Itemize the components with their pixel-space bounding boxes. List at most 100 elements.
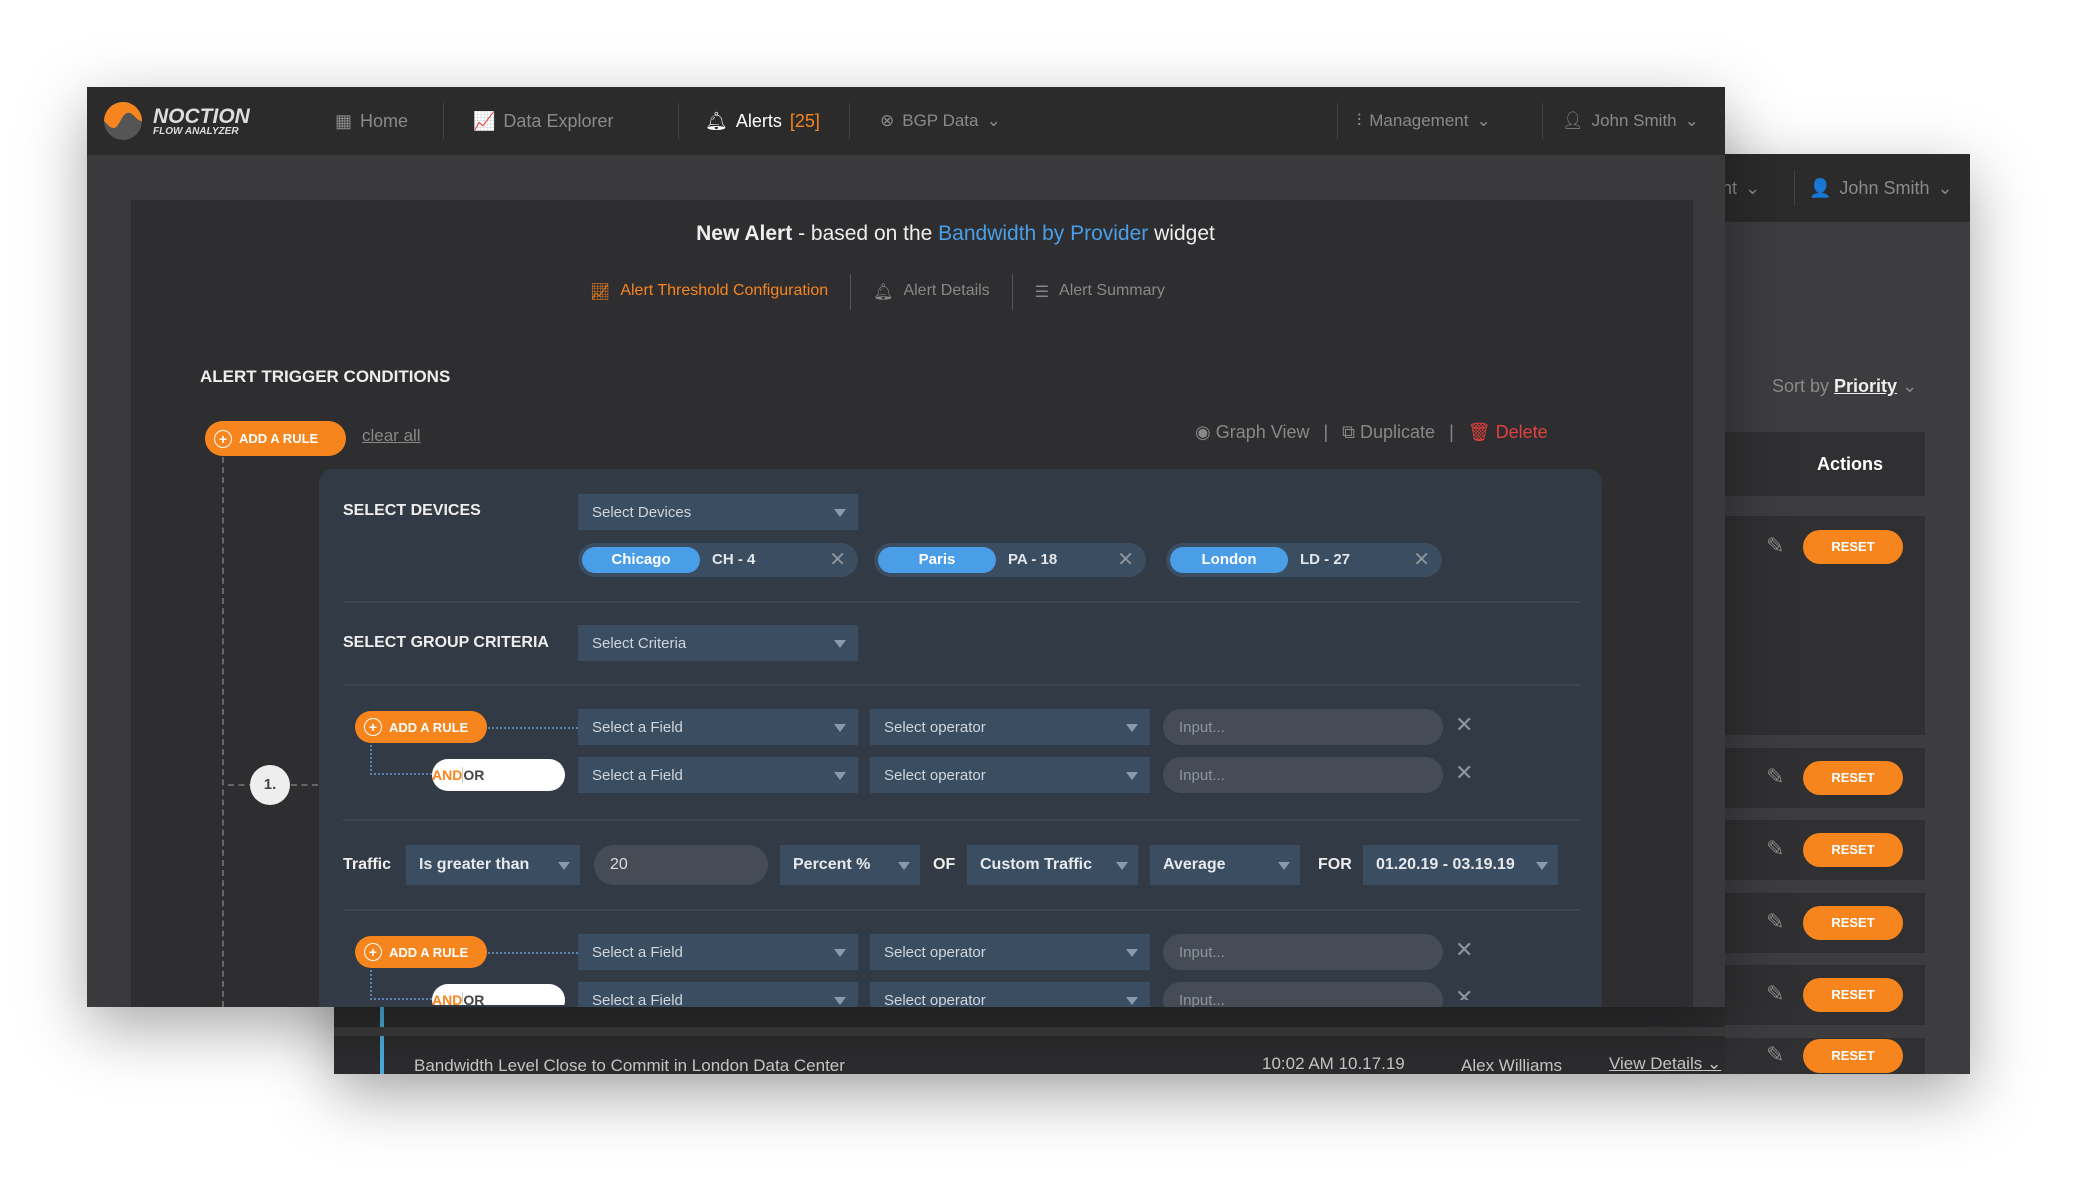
tab-threshold-configuration[interactable]: 📈︎ Alert Threshold Configuration	[590, 282, 850, 302]
step-number-badge: 1.	[250, 765, 290, 805]
nav-separator	[1794, 170, 1795, 206]
and-option[interactable]: AND	[432, 767, 464, 783]
back-nav-management[interactable]: nt ⌄	[1722, 154, 1760, 222]
reset-button[interactable]: RESET	[1803, 906, 1903, 940]
threshold-input[interactable]: 20	[594, 845, 768, 885]
operator-dropdown[interactable]: Select operator	[870, 709, 1150, 745]
divider	[343, 909, 1580, 911]
value-input[interactable]: Input...	[1163, 757, 1443, 793]
pencil-icon[interactable]: ✎	[1766, 1042, 1784, 1068]
close-icon[interactable]: ✕	[1413, 547, 1430, 572]
sort-control[interactable]: Sort by Priority ⌄	[1772, 376, 1917, 397]
chevron-down-icon: ⌄	[1937, 177, 1953, 198]
unit-dropdown[interactable]: Percent %	[780, 845, 920, 885]
tabs: 📈︎ Alert Threshold Configuration 🔔︎ Alert …	[590, 274, 1165, 310]
button-label: Delete	[1495, 422, 1548, 442]
operator-dropdown[interactable]: Select operator	[870, 757, 1150, 793]
nav-bgp-data[interactable]: ⊗ BGP Data ⌄	[880, 87, 1001, 155]
device-city: Paris	[878, 547, 996, 573]
remove-rule-icon[interactable]: ✕	[1455, 760, 1473, 786]
sort-value: Priority	[1834, 376, 1898, 396]
reset-button[interactable]: RESET	[1803, 761, 1903, 795]
chevron-down-icon: ⌄	[1902, 376, 1918, 396]
user-icon: 👤	[1809, 177, 1832, 198]
reset-button[interactable]: RESET	[1803, 978, 1903, 1012]
tab-alert-details[interactable]: 🔔︎ Alert Details	[851, 282, 1012, 302]
add-rule-button[interactable]: + ADD A RULE	[355, 711, 487, 743]
nav-management[interactable]: ⫶ Management ⌄	[1357, 87, 1491, 155]
reset-button[interactable]: RESET	[1803, 530, 1903, 564]
delete-button[interactable]: 🗑︎ Delete	[1468, 422, 1548, 443]
rule-connector	[370, 970, 432, 1000]
back-user-menu[interactable]: 👤 John Smith ⌄	[1809, 154, 1953, 222]
and-or-toggle[interactable]: AND OR	[432, 759, 565, 791]
device-code: CH - 4	[712, 551, 756, 568]
priority-indicator	[380, 1007, 384, 1027]
user-name: John Smith	[1591, 111, 1677, 130]
select-devices-dropdown[interactable]: Select Devices	[578, 494, 858, 530]
for-label: FOR	[1318, 856, 1352, 873]
section-title: ALERT TRIGGER CONDITIONS	[200, 367, 451, 386]
alerts-count-badge: [25]	[789, 110, 820, 131]
bell-icon: 🔔︎	[705, 110, 728, 131]
graph-view-button[interactable]: ◉ Graph View	[1195, 422, 1309, 443]
widget-link[interactable]: Bandwidth by Provider	[938, 222, 1148, 245]
logo[interactable]: NOCTION FLOW ANALYZER	[103, 87, 250, 155]
pencil-icon[interactable]: ✎	[1766, 981, 1784, 1007]
nav-separator	[849, 103, 850, 139]
pencil-icon[interactable]: ✎	[1766, 764, 1784, 790]
user-icon: 👤︎	[1562, 111, 1584, 130]
reset-button[interactable]: RESET	[1803, 1039, 1903, 1073]
chart-icon: 📈︎	[590, 284, 611, 301]
of-label: OF	[933, 856, 956, 873]
reset-button[interactable]: RESET	[1803, 833, 1903, 867]
remove-rule-icon[interactable]: ✕	[1455, 712, 1473, 738]
value-input[interactable]: Input...	[1163, 709, 1443, 745]
close-icon[interactable]: ✕	[829, 547, 846, 572]
aggregation-dropdown[interactable]: Average	[1150, 845, 1300, 885]
alert-title: Bandwidth Level Close to Commit in Londo…	[414, 1056, 845, 1075]
view-details-link[interactable]: View Details ⌄	[1609, 1054, 1721, 1074]
copy-icon: ⧉	[1342, 422, 1355, 442]
chevron-down-icon: ⌄	[986, 111, 1001, 130]
operator-dropdown[interactable]: Select operator	[870, 934, 1150, 970]
device-city: Chicago	[582, 547, 700, 573]
device-chip: London LD - 27 ✕	[1166, 543, 1442, 577]
close-icon[interactable]: ✕	[1117, 547, 1134, 572]
network-icon: ⊗	[880, 111, 895, 130]
actions-header: Actions	[1725, 432, 1925, 496]
field-dropdown[interactable]: Select a Field	[578, 757, 858, 793]
tab-alert-summary[interactable]: ☰ Alert Summary	[1013, 282, 1165, 302]
duplicate-button[interactable]: ⧉ Duplicate	[1342, 422, 1435, 443]
nav-alerts[interactable]: 🔔︎ Alerts [25]	[705, 87, 820, 155]
pencil-icon[interactable]: ✎	[1766, 836, 1784, 862]
pencil-icon[interactable]: ✎	[1766, 533, 1784, 559]
user-menu[interactable]: 👤︎ John Smith ⌄	[1562, 87, 1699, 155]
button-label: ADD A RULE	[389, 944, 469, 960]
pencil-icon[interactable]: ✎	[1766, 909, 1784, 935]
device-chip: Paris PA - 18 ✕	[874, 543, 1146, 577]
traffic-source-dropdown[interactable]: Custom Traffic	[967, 845, 1138, 885]
device-code: PA - 18	[1008, 551, 1058, 568]
add-rule-button[interactable]: + ADD A RULE	[355, 936, 487, 968]
condition-dropdown[interactable]: Is greater than	[406, 845, 580, 885]
bell-icon: 🔔︎	[873, 284, 894, 301]
title-bold: New Alert	[696, 222, 793, 245]
field-dropdown[interactable]: Select a Field	[578, 934, 858, 970]
tree-connector	[222, 457, 224, 1007]
add-rule-button[interactable]: + ADD A RULE	[205, 421, 346, 456]
remove-rule-icon[interactable]: ✕	[1455, 937, 1473, 963]
date-range-dropdown[interactable]: 01.20.19 - 03.19.19	[1363, 845, 1558, 885]
nav-label: BGP Data	[902, 111, 979, 130]
value-input[interactable]: Input...	[1163, 934, 1443, 970]
separator: |	[1449, 422, 1454, 442]
nav-home[interactable]: ▦ Home	[335, 87, 408, 155]
nav-data-explorer[interactable]: 📈 Data Explorer	[473, 87, 613, 155]
clear-all-link[interactable]: clear all	[362, 426, 421, 446]
field-dropdown[interactable]: Select a Field	[578, 709, 858, 745]
sort-label: Sort by	[1772, 376, 1830, 396]
or-option[interactable]: OR	[463, 767, 484, 783]
select-criteria-dropdown[interactable]: Select Criteria	[578, 625, 858, 661]
nav-label: Data Explorer	[503, 110, 614, 131]
toolbar-actions: ◉ Graph View | ⧉ Duplicate | 🗑︎ Delete	[1195, 422, 1548, 443]
